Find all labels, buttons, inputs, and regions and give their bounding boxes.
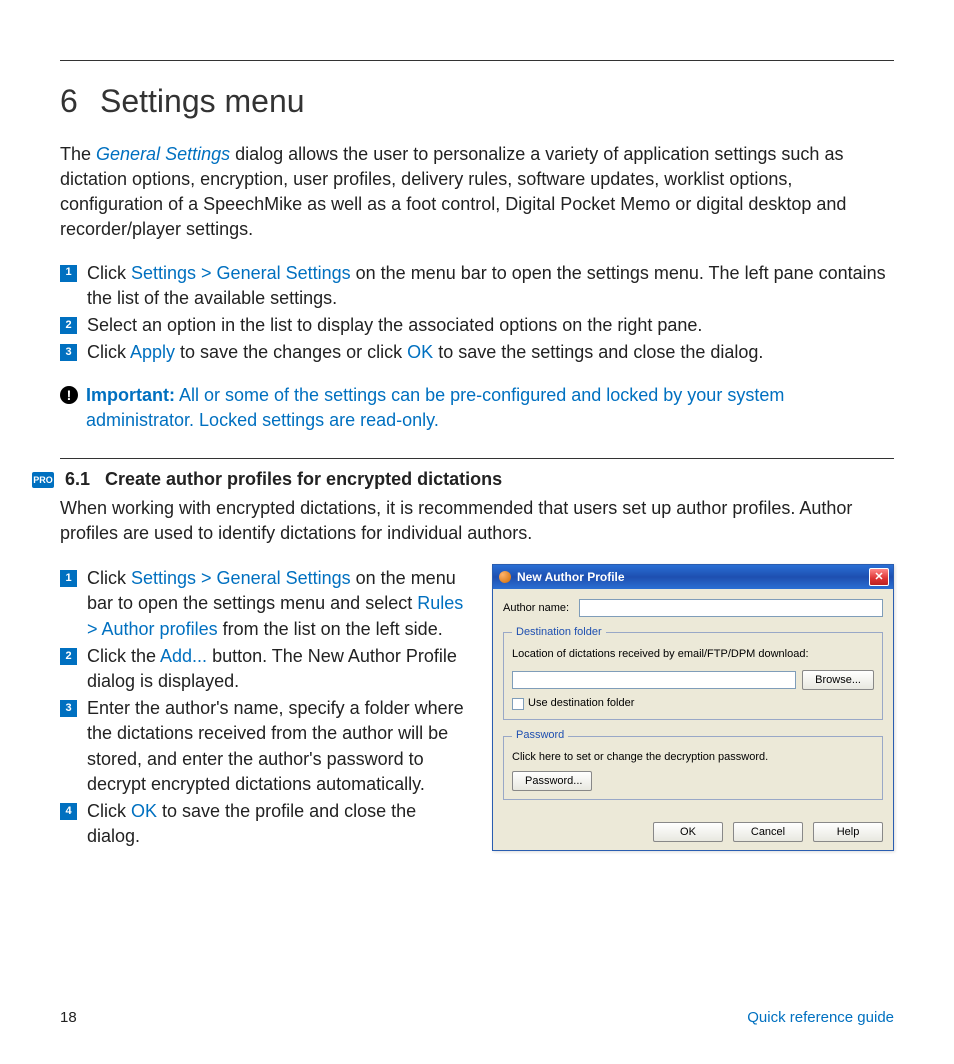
chapter-heading: 6Settings menu	[60, 79, 894, 124]
destination-folder-desc: Location of dictations received by email…	[512, 647, 874, 662]
page-number: 18	[60, 1007, 77, 1028]
dialog-app-icon	[499, 571, 511, 583]
chapter-number: 6	[60, 79, 100, 124]
ok-link[interactable]: OK	[407, 342, 433, 362]
add-button-link[interactable]: Add...	[160, 646, 207, 666]
intro-paragraph: The General Settings dialog allows the u…	[60, 142, 894, 243]
use-destination-label: Use destination folder	[528, 696, 634, 711]
step-number-3b: 3	[60, 700, 77, 717]
password-desc: Click here to set or change the decrypti…	[512, 750, 874, 765]
browse-button[interactable]: Browse...	[802, 670, 874, 690]
step-number-2b: 2	[60, 648, 77, 665]
cancel-button[interactable]: Cancel	[733, 822, 803, 842]
step-number-4b: 4	[60, 803, 77, 820]
settings-path-link[interactable]: Settings > General Settings	[131, 263, 351, 283]
destination-folder-legend: Destination folder	[512, 625, 606, 640]
step-number-1b: 1	[60, 570, 77, 587]
author-name-input[interactable]	[579, 599, 883, 617]
steps-list-2: 1 Click Settings > General Settings on t…	[60, 566, 474, 849]
guide-label: Quick reference guide	[747, 1007, 894, 1028]
dialog-title: New Author Profile	[517, 569, 625, 586]
help-button[interactable]: Help	[813, 822, 883, 842]
important-note: Important: All or some of the settings c…	[86, 383, 894, 433]
dialog-titlebar[interactable]: New Author Profile ✕	[493, 565, 893, 589]
use-destination-checkbox[interactable]	[512, 698, 524, 710]
step-number-1: 1	[60, 265, 77, 282]
settings-path-link-2[interactable]: Settings > General Settings	[131, 568, 351, 588]
subsection-number: 6.1	[65, 467, 105, 492]
steps-list-1: 1 Click Settings > General Settings on t…	[60, 261, 894, 366]
important-icon: !	[60, 386, 78, 404]
destination-path-input[interactable]	[512, 671, 796, 689]
step-number-2: 2	[60, 317, 77, 334]
pro-badge: PRO	[32, 472, 54, 488]
subsection-title: Create author profiles for encrypted dic…	[105, 469, 502, 489]
subsection-intro: When working with encrypted dictations, …	[60, 496, 894, 546]
apply-link[interactable]: Apply	[130, 342, 175, 362]
chapter-title: Settings menu	[100, 83, 305, 119]
ok-button[interactable]: OK	[653, 822, 723, 842]
close-icon[interactable]: ✕	[869, 568, 889, 586]
new-author-profile-dialog: New Author Profile ✕ Author name: Destin…	[492, 564, 894, 851]
subsection-heading: PRO 6.1Create author profiles for encryp…	[60, 467, 894, 492]
step-number-3: 3	[60, 344, 77, 361]
author-name-label: Author name:	[503, 601, 569, 616]
password-group: Password Click here to set or change the…	[503, 728, 883, 800]
destination-folder-group: Destination folder Location of dictation…	[503, 625, 883, 720]
ok-link-2[interactable]: OK	[131, 801, 157, 821]
password-button[interactable]: Password...	[512, 771, 592, 791]
password-legend: Password	[512, 728, 568, 743]
general-settings-link[interactable]: General Settings	[96, 144, 230, 164]
